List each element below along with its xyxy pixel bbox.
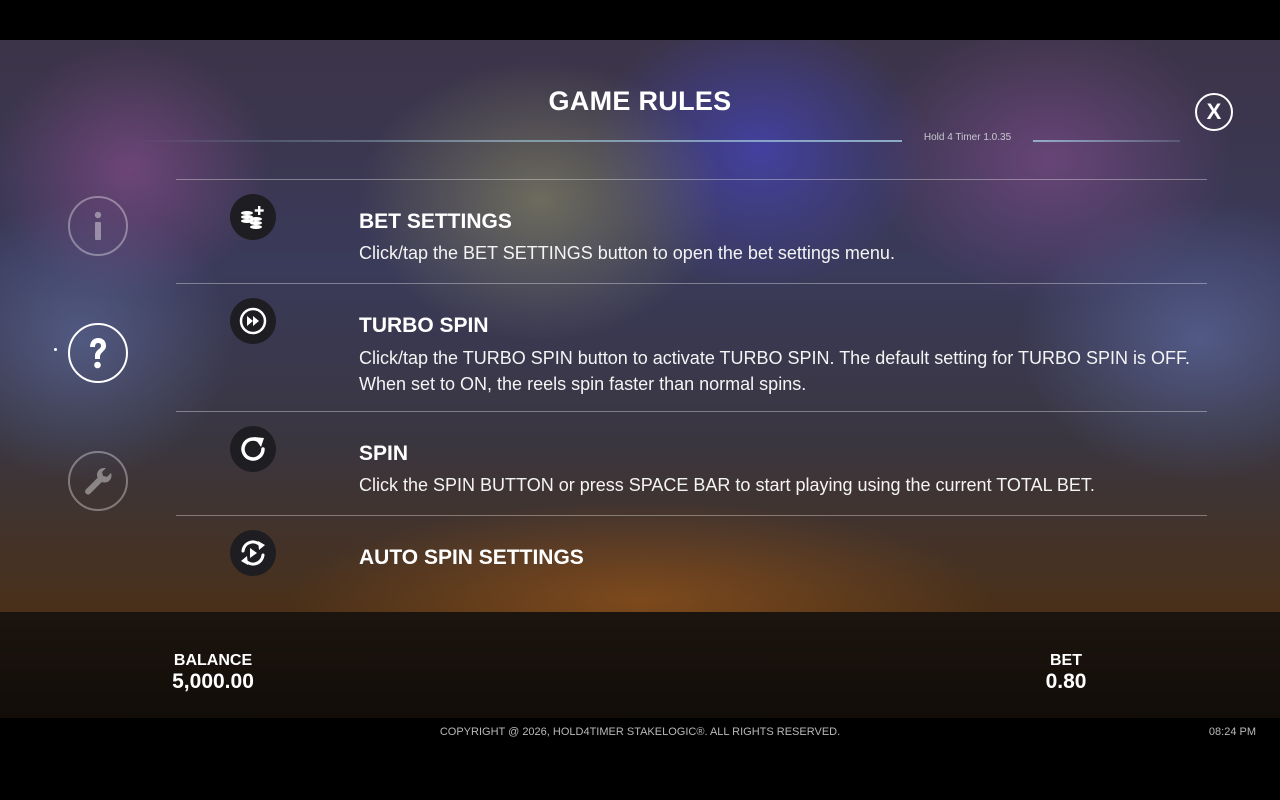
- bet-value: 0.80: [1045, 670, 1087, 693]
- rule-text: Click/tap the TURBO SPIN button to activ…: [359, 348, 1190, 394]
- page-title: GAME RULES: [548, 86, 732, 116]
- question-icon: [90, 338, 106, 369]
- turbo-spin-icon: [230, 298, 276, 344]
- copyright-text: COPYRIGHT @ 2026, HOLD4TIMER STAKELOGIC®…: [439, 726, 841, 738]
- rule-heading: BET SETTINGS: [359, 210, 512, 233]
- rule-text: Click/tap the BET SETTINGS button to ope…: [359, 243, 895, 263]
- info-icon: [94, 211, 102, 240]
- sidebar-item-help[interactable]: [68, 323, 128, 383]
- clock: 08:24 PM: [1208, 726, 1256, 738]
- footer: COPYRIGHT @ 2026, HOLD4TIMER STAKELOGIC®…: [0, 718, 1280, 800]
- sidebar-item-settings[interactable]: [68, 451, 128, 511]
- balance-display: BALANCE 5,000.00: [153, 652, 273, 694]
- rule-heading: TURBO SPIN: [359, 314, 489, 337]
- sidebar-item-info[interactable]: [68, 196, 128, 256]
- game-screen: GAME RULES X Hold 4 Timer 1.0.35 BET SET…: [0, 0, 1280, 800]
- list-item: SPIN Click the SPIN BUTTON or press SPAC…: [176, 411, 1207, 516]
- close-icon: X: [1206, 99, 1222, 124]
- list-item: TURBO SPIN Click/tap the TURBO SPIN butt…: [176, 283, 1207, 412]
- rule-text: Click the SPIN BUTTON or press SPACE BAR…: [359, 475, 1095, 495]
- list-item: AUTO SPIN SETTINGS: [176, 515, 1207, 612]
- rule-heading: SPIN: [359, 442, 409, 465]
- list-item: BET SETTINGS Click/tap the BET SETTINGS …: [176, 179, 1207, 284]
- wrench-icon: [85, 468, 112, 495]
- balance-label: BALANCE: [173, 652, 253, 669]
- active-indicator: [54, 348, 57, 351]
- version-label: Hold 4 Timer 1.0.35: [923, 132, 1012, 143]
- spin-icon: [230, 426, 276, 472]
- bet-settings-icon: [230, 194, 276, 240]
- auto-spin-icon: [230, 530, 276, 576]
- close-button[interactable]: X: [1195, 93, 1233, 131]
- balance-value: 5,000.00: [172, 670, 254, 693]
- bet-display: BET 0.80: [1016, 652, 1116, 694]
- rule-heading: AUTO SPIN SETTINGS: [359, 546, 584, 569]
- status-bar: BALANCE 5,000.00 BET 0.80: [0, 612, 1280, 718]
- title-divider-left: [130, 140, 902, 142]
- rules-list[interactable]: BET SETTINGS Click/tap the BET SETTINGS …: [176, 179, 1207, 612]
- title-divider-right: [1033, 140, 1180, 142]
- bet-label: BET: [1050, 652, 1082, 669]
